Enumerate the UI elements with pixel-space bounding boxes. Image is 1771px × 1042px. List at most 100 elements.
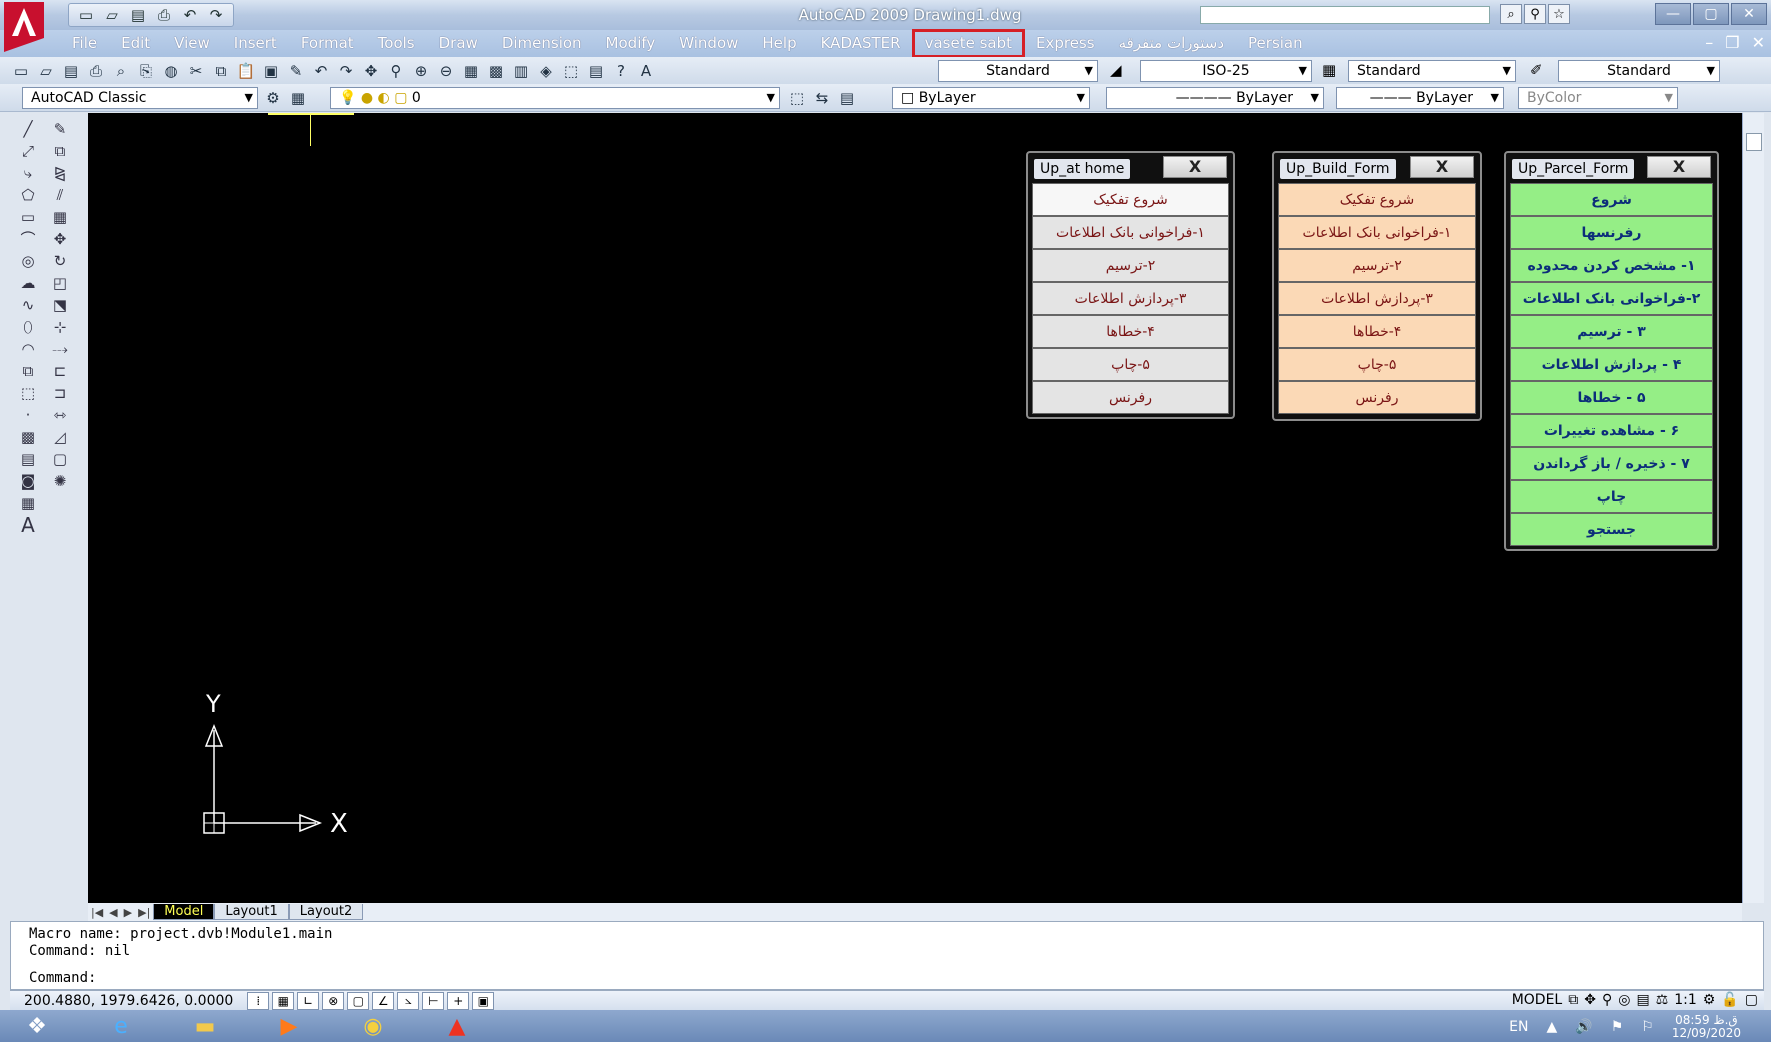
dynamic-input-icon[interactable]: ⊢ <box>422 991 445 1010</box>
home-panel-button-6[interactable]: ۵-چاپ <box>1032 348 1229 381</box>
parcel-panel-button-2[interactable]: رفرنسها <box>1510 216 1713 249</box>
help-icon[interactable]: ? <box>610 60 632 82</box>
coordinates-readout[interactable]: 200.4880, 1979.6426, 0.0000 <box>10 993 247 1009</box>
ortho-mode-icon[interactable]: ∟ <box>297 991 320 1010</box>
gradient-icon[interactable]: ▤ <box>14 449 42 468</box>
autocad-logo-icon[interactable] <box>4 2 44 52</box>
build-panel-button-7[interactable]: رفرنس <box>1278 381 1476 414</box>
tab-layout1[interactable]: Layout1 <box>214 904 289 920</box>
network-icon[interactable]: ⚑ <box>1611 1019 1624 1035</box>
menu-item-3[interactable]: View <box>162 30 222 57</box>
revision-cloud-icon[interactable]: ☁ <box>14 273 42 292</box>
rectangle-icon[interactable]: ▭ <box>14 207 42 226</box>
preview-icon[interactable]: ⌕ <box>110 60 132 82</box>
ellipse-arc-icon[interactable]: ◠ <box>14 339 42 358</box>
save-icon[interactable]: ▤ <box>60 60 82 82</box>
menu-item-9[interactable]: Modify <box>594 30 668 57</box>
maximize-icon[interactable]: ▢ <box>1693 3 1729 25</box>
spline-icon[interactable]: ∿ <box>14 295 42 314</box>
erase-icon[interactable]: ✎ <box>46 119 74 138</box>
lock-icon[interactable]: 🔓 <box>1721 992 1738 1008</box>
build-panel-button-5[interactable]: ۴-خطاها <box>1278 315 1476 348</box>
parcel-panel-button-4[interactable]: ۲-فراخوانی بانک اطلاعات <box>1510 282 1713 315</box>
clock[interactable]: 08:59 ق.ظ 12/09/2020 <box>1672 1014 1741 1040</box>
autocad-taskbar-icon[interactable]: ▲ <box>430 1011 484 1041</box>
first-tab-icon[interactable]: |◀ <box>88 906 106 919</box>
menu-item-2[interactable]: Edit <box>109 30 162 57</box>
tool-palettes-icon[interactable]: ▥ <box>510 60 532 82</box>
break-at-point-icon[interactable]: ⊏ <box>46 361 74 380</box>
construction-line-icon[interactable]: ⤢ <box>14 141 42 160</box>
layer-select[interactable]: 💡 ● ◐ ▢ 0 ▼ <box>330 87 780 109</box>
subscription-icon[interactable]: ⚲ <box>1524 4 1546 24</box>
copy-object-icon[interactable]: ⧉ <box>46 141 74 160</box>
grid-display-icon[interactable]: ▦ <box>272 991 295 1010</box>
markup-icon[interactable]: ⬚ <box>560 60 582 82</box>
internet-explorer-icon[interactable]: e <box>94 1011 148 1041</box>
dim-style-select[interactable]: ISO-25 ▼ <box>1140 60 1312 82</box>
pan-icon[interactable]: ✥ <box>360 60 382 82</box>
scale-icon[interactable]: ◰ <box>46 273 74 292</box>
plot-style-select[interactable]: ByColor ▼ <box>1518 87 1678 109</box>
ellipse-icon[interactable]: ⬯ <box>14 317 42 336</box>
build-panel-button-3[interactable]: ۲-ترسیم <box>1278 249 1476 282</box>
quick-properties-icon[interactable]: ▣ <box>472 991 495 1010</box>
multileader-style-icon[interactable]: ✐ <box>1530 61 1543 79</box>
menu-item-4[interactable]: Insert <box>222 30 289 57</box>
rotate-icon[interactable]: ↻ <box>46 251 74 270</box>
media-player-icon[interactable]: ▶ <box>262 1011 316 1041</box>
arc-icon[interactable]: ⌒ <box>14 229 42 248</box>
lineweight-icon[interactable]: + <box>447 991 470 1010</box>
next-tab-icon[interactable]: ▶ <box>121 906 135 919</box>
multileader-style-select[interactable]: Standard ▼ <box>1558 60 1720 82</box>
menu-item-7[interactable]: Draw <box>427 30 490 57</box>
close-icon[interactable]: ✕ <box>1731 3 1767 25</box>
command-prompt[interactable]: Command: <box>29 970 1745 987</box>
mirror-icon[interactable]: ⧎ <box>46 163 74 182</box>
circle-icon[interactable]: ◎ <box>14 251 42 270</box>
offset-icon[interactable]: ⫽ <box>46 185 74 204</box>
command-line[interactable]: Macro name: project.dvb!Module1.main Com… <box>10 921 1764 990</box>
fillet-icon[interactable]: ▢ <box>46 449 74 468</box>
new-icon[interactable]: ▭ <box>75 6 97 24</box>
table-style-icon[interactable]: ▦ <box>1322 61 1336 79</box>
show-hidden-icons-icon[interactable]: ▲ <box>1546 1019 1557 1035</box>
close-icon[interactable]: X <box>1163 156 1227 178</box>
save-icon[interactable]: ▤ <box>127 6 149 24</box>
match-properties-icon[interactable]: ✎ <box>285 60 307 82</box>
paste-icon[interactable]: 📋 <box>235 60 257 82</box>
home-panel-button-5[interactable]: ۴-خطاها <box>1032 315 1229 348</box>
favorites-icon[interactable]: ☆ <box>1548 4 1570 24</box>
move-icon[interactable]: ✥ <box>46 229 74 248</box>
model-space-label[interactable]: MODEL <box>1512 992 1563 1008</box>
menu-item-14[interactable]: Express <box>1024 30 1107 57</box>
parcel-panel-button-10[interactable]: چاپ <box>1510 480 1713 513</box>
parcel-panel-button-6[interactable]: ۴ - پردازش اطلاعات <box>1510 348 1713 381</box>
build-panel-button-2[interactable]: ۱-فراخوانی بانک اطلاعات <box>1278 216 1476 249</box>
design-center-icon[interactable]: ▩ <box>485 60 507 82</box>
zoom-window-icon[interactable]: ⊕ <box>410 60 432 82</box>
home-panel-button-1[interactable]: شروع تفکیک <box>1032 183 1229 216</box>
explode-icon[interactable]: ✺ <box>46 471 74 490</box>
print-icon[interactable]: ⎙ <box>153 6 175 24</box>
menu-item-1[interactable]: File <box>60 30 109 57</box>
stretch-icon[interactable]: ⬔ <box>46 295 74 314</box>
zoom-realtime-icon[interactable]: ⚲ <box>385 60 407 82</box>
parcel-panel-button-9[interactable]: ۷ - ذخیره / باز گرداندن <box>1510 447 1713 480</box>
minimize-icon[interactable]: — <box>1655 3 1691 25</box>
layer-states-icon[interactable]: ▤ <box>836 87 858 109</box>
parcel-panel-button-3[interactable]: ۱- مشخص کردن محدوده <box>1510 249 1713 282</box>
array-icon[interactable]: ▦ <box>46 207 74 226</box>
layer-properties-icon[interactable]: ▦ <box>287 87 309 109</box>
plot-icon[interactable]: ⎙ <box>85 60 107 82</box>
home-panel-button-3[interactable]: ۲-ترسیم <box>1032 249 1229 282</box>
pan-icon[interactable]: ✥ <box>1584 992 1596 1008</box>
zoom-icon[interactable]: ⚲ <box>1602 992 1612 1008</box>
menu-item-10[interactable]: Window <box>667 30 750 57</box>
parcel-panel-button-5[interactable]: ۳ - ترسیم <box>1510 315 1713 348</box>
annotation-scale-icon[interactable]: ⚖ <box>1656 992 1669 1008</box>
table-style-select[interactable]: Standard ▼ <box>1348 60 1516 82</box>
doc-restore-icon[interactable]: ❐ <box>1725 33 1739 52</box>
linetype-select[interactable]: ———— ByLayer ▼ <box>1106 87 1324 109</box>
polyline-icon[interactable]: ⤷ <box>14 163 42 182</box>
